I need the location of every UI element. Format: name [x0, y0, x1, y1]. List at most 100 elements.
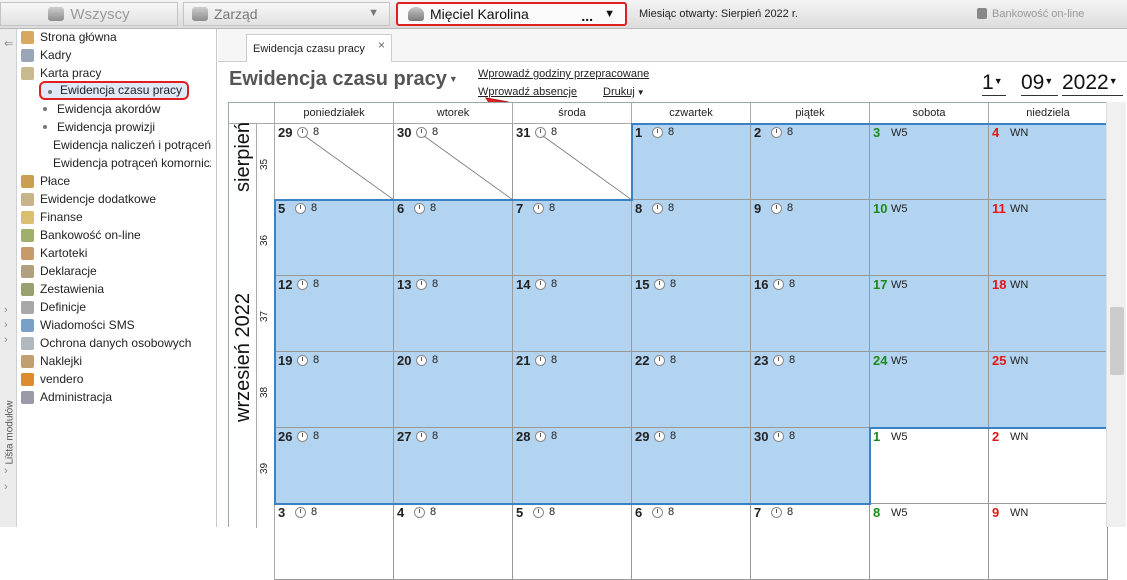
sidebar-item-karta-pracy[interactable]: Karta pracy [21, 64, 101, 82]
sidebar-item-module[interactable]: Naklejki [21, 352, 82, 370]
chevron-down-icon[interactable]: ▼ [449, 74, 458, 84]
vertical-scrollbar[interactable] [1106, 102, 1126, 527]
sidebar-item-label: Naklejki [40, 354, 83, 368]
day-cell[interactable]: 29 8 [275, 124, 394, 200]
year-select[interactable]: 2022▼ [1062, 71, 1123, 96]
day-cell[interactable]: 58 [275, 200, 394, 276]
day-cell[interactable]: 31 8 [513, 124, 632, 200]
chevron-down-icon[interactable]: ▼ [604, 8, 615, 20]
day-cell[interactable]: 15 8 [632, 276, 751, 352]
day-cell[interactable]: 24 W5 [870, 352, 989, 428]
sidebar-item-ewidencja-czasu-pracy[interactable]: Ewidencja czasu pracy [60, 83, 182, 97]
sidebar-item-label: Karta pracy [40, 66, 102, 80]
sidebar-item-module[interactable]: Administracja [21, 388, 112, 406]
sidebar-item-ewidencja-naliczen[interactable]: Ewidencja naliczeń i potrąceń [43, 136, 211, 154]
hours-value: 8 [670, 430, 677, 442]
sidebar-item-module[interactable]: Definicje [21, 298, 86, 316]
sidebar-item-module[interactable]: Deklaracje [21, 262, 97, 280]
day-cell[interactable]: 23 8 [751, 352, 870, 428]
day-cell[interactable]: 98 [751, 200, 870, 276]
day-cell[interactable]: 25 WN [989, 352, 1108, 428]
bank-online-button[interactable]: Bankowość on-line [977, 8, 1084, 20]
day-cell[interactable]: 38 [275, 504, 394, 580]
employee-browse-button[interactable]: ... [581, 8, 593, 24]
day-cell[interactable]: 22 8 [632, 352, 751, 428]
sidebar-item-ewidencja-akordow[interactable]: Ewidencja akordów [43, 100, 160, 118]
chevron-right-icon[interactable]: › [4, 449, 8, 461]
day-cell[interactable]: 88 [632, 200, 751, 276]
day-cell[interactable]: 78 [513, 200, 632, 276]
day-select[interactable]: 1▼ [982, 71, 1006, 96]
day-cell[interactable]: 17 W5 [870, 276, 989, 352]
day-cell[interactable]: 78 [751, 504, 870, 580]
day-cell[interactable]: 3 W5 [870, 124, 989, 200]
sidebar-item-module[interactable]: Kartoteki [21, 244, 87, 262]
day-type-code: WN [1010, 431, 1029, 443]
scrollbar-thumb[interactable] [1110, 307, 1124, 375]
month-label: wrzesień 2022 [232, 293, 254, 422]
day-cell[interactable]: 29 8 [632, 428, 751, 504]
department-select[interactable]: Zarząd ▼ [183, 2, 390, 26]
day-cell[interactable]: 14 8 [513, 276, 632, 352]
day-cell[interactable]: 18 [632, 124, 751, 200]
day-cell[interactable]: 8 W5 [870, 504, 989, 580]
day-cell[interactable]: 21 8 [513, 352, 632, 428]
sidebar-item-module[interactable]: Finanse [21, 208, 83, 226]
day-cell[interactable]: 19 8 [275, 352, 394, 428]
collapse-icon[interactable]: ⇐ [4, 37, 13, 50]
sidebar-item-module[interactable]: Bankowość on-line [21, 226, 141, 244]
day-cell[interactable]: 4 WN [989, 124, 1108, 200]
sidebar-item-ewidencja-prowizji[interactable]: Ewidencja prowizji [43, 118, 155, 136]
tab-ewidencja-czasu-pracy[interactable]: Ewidencja czasu pracy × [246, 34, 392, 62]
page-title[interactable]: Ewidencja czasu pracy ▼ [229, 68, 458, 91]
day-cell[interactable]: 26 8 [275, 428, 394, 504]
day-cell[interactable]: 16 8 [751, 276, 870, 352]
day-cell[interactable]: 11 WN [989, 200, 1108, 276]
sidebar-item-module[interactable]: Płace [21, 172, 70, 190]
chevron-right-icon[interactable]: › [4, 465, 8, 477]
day-cell[interactable]: 58 [513, 504, 632, 580]
module-list-strip[interactable]: ⇐ › › › Lista modułów › › › [0, 29, 17, 527]
day-cell[interactable]: 1 W5 [870, 428, 989, 504]
day-cell[interactable]: 18 WN [989, 276, 1108, 352]
day-cell[interactable]: 48 [394, 504, 513, 580]
day-cell[interactable]: 12 8 [275, 276, 394, 352]
chevron-right-icon[interactable]: › [4, 319, 8, 331]
day-cell[interactable]: 2 WN [989, 428, 1108, 504]
day-cell[interactable]: 28 [751, 124, 870, 200]
sidebar-item-module[interactable]: Zestawienia [21, 280, 104, 298]
hours-value: 8 [313, 278, 320, 290]
day-cell[interactable]: 68 [632, 504, 751, 580]
day-cell[interactable]: 28 8 [513, 428, 632, 504]
day-cell[interactable]: 68 [394, 200, 513, 276]
chevron-right-icon[interactable]: › [4, 304, 8, 316]
month-select[interactable]: 09▼ [1021, 71, 1058, 96]
day-cell[interactable]: 30 8 [394, 124, 513, 200]
enter-hours-link[interactable]: Wprowadź godziny przepracowane [478, 68, 649, 80]
all-employees-button[interactable]: Wszyscy [0, 2, 178, 26]
group-icon [48, 7, 65, 21]
day-type-code: WN [1010, 507, 1029, 519]
sidebar-item-kadry[interactable]: Kadry [21, 46, 71, 64]
sidebar-item-module[interactable]: Ochrona danych osobowych [21, 334, 191, 352]
sidebar-item-home[interactable]: Strona główna [21, 28, 117, 46]
sidebar-item-module[interactable]: Ewidencje dodatkowe [21, 190, 156, 208]
hours-value: 8 [670, 354, 677, 366]
day-cell[interactable]: 13 8 [394, 276, 513, 352]
sidebar-item-module[interactable]: Wiadomości SMS [21, 316, 135, 334]
employee-select[interactable]: Mięciel Karolina ... ▼ [396, 2, 627, 26]
hours-value: 8 [668, 126, 675, 138]
sidebar-item-ewidencja-potracen[interactable]: Ewidencja potrąceń komorniczych [43, 154, 211, 172]
day-cell[interactable]: 9 WN [989, 504, 1108, 580]
chevron-right-icon[interactable]: › [4, 334, 8, 346]
sidebar-item-module[interactable]: vendero [21, 370, 83, 388]
print-menu-link[interactable]: Drukuj ▼ [603, 86, 645, 98]
day-cell[interactable]: 10 W5 [870, 200, 989, 276]
hours-value: 8 [430, 202, 437, 214]
day-cell[interactable]: 30 8 [751, 428, 870, 504]
chevron-down-icon[interactable]: ▼ [368, 7, 379, 19]
chevron-right-icon[interactable]: › [4, 481, 8, 493]
close-icon[interactable]: × [378, 38, 385, 52]
day-cell[interactable]: 20 8 [394, 352, 513, 428]
day-cell[interactable]: 27 8 [394, 428, 513, 504]
